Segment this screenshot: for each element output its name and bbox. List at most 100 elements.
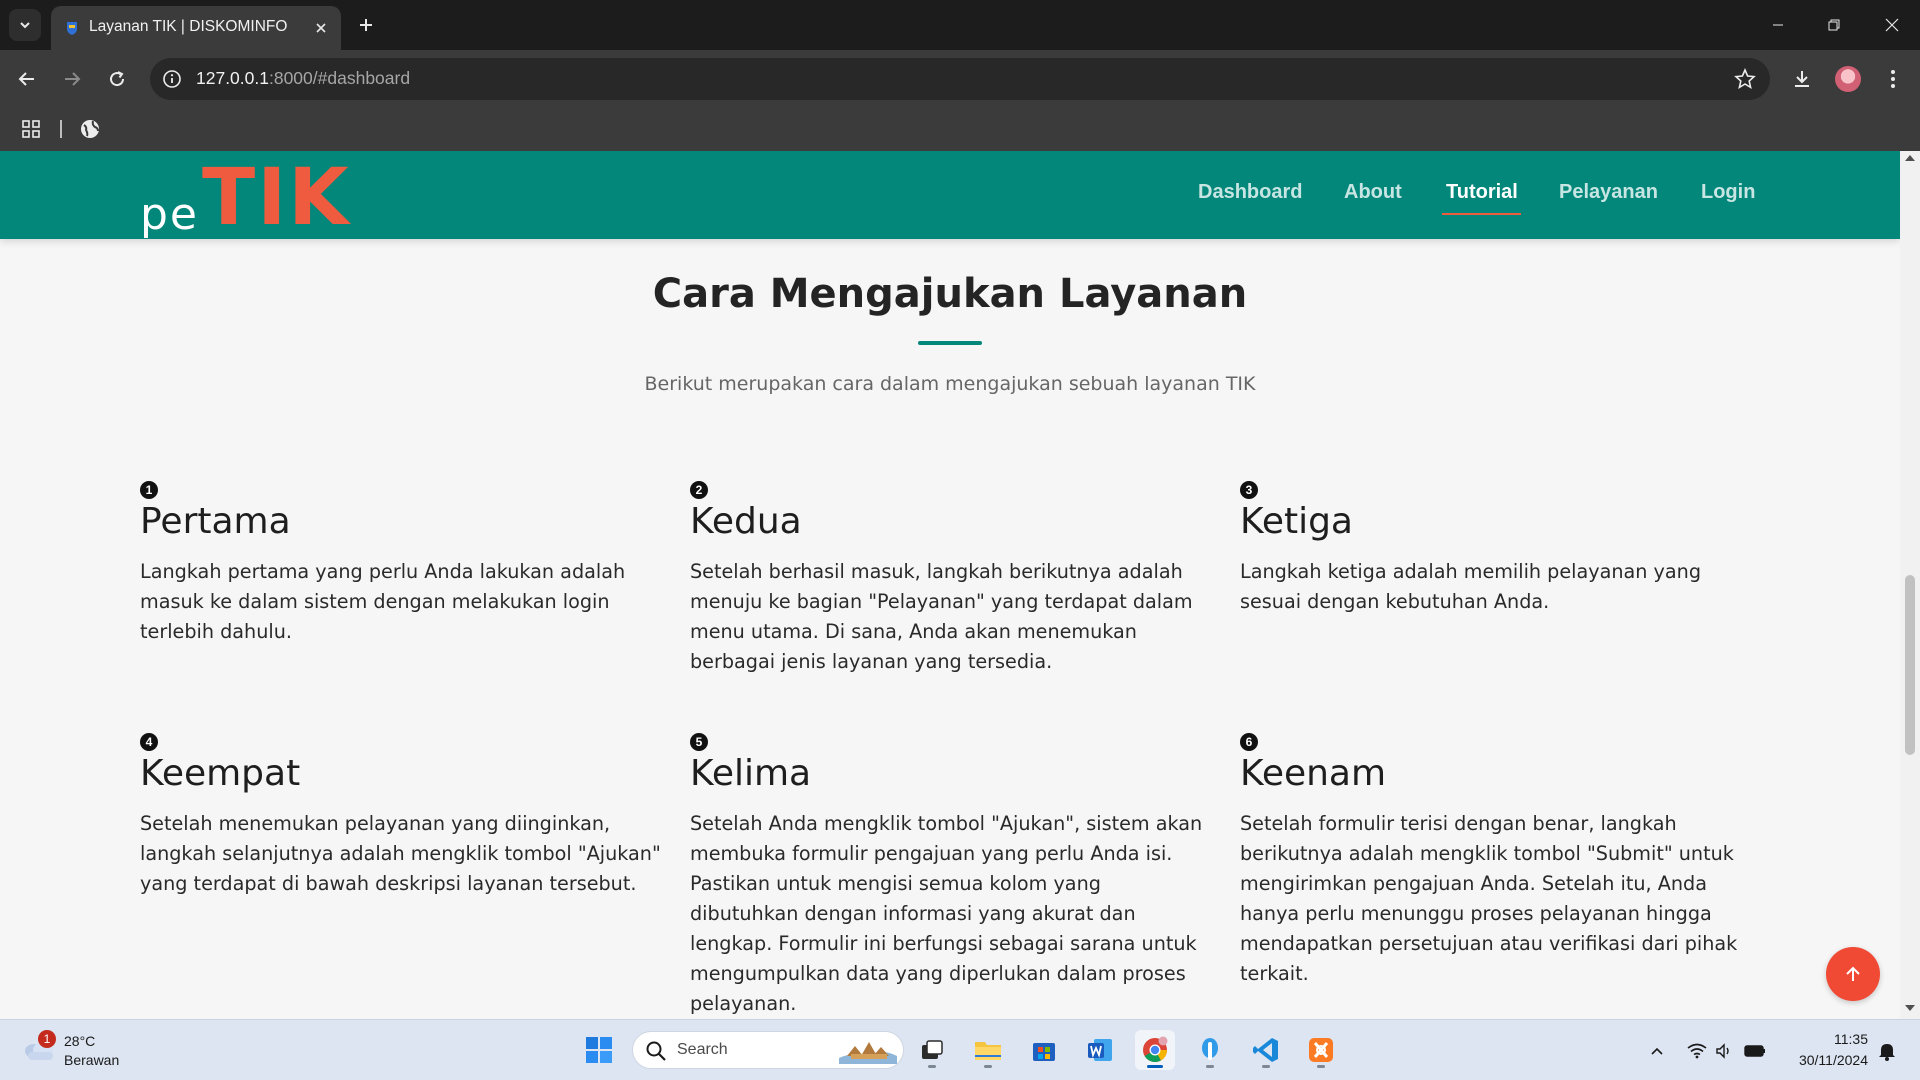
title-divider (918, 341, 982, 345)
taskbar-app-word[interactable] (1080, 1030, 1120, 1070)
minimize-button[interactable] (1750, 0, 1806, 50)
apps-grid-icon[interactable] (20, 118, 42, 140)
weather-condition: Berawan (64, 1052, 120, 1068)
forward-button[interactable] (55, 62, 89, 96)
step-title: Kelima (690, 753, 812, 794)
search-highlight-icon (839, 1042, 897, 1064)
volume-status[interactable] (1714, 1040, 1736, 1062)
new-tab-button[interactable] (351, 10, 381, 40)
wifi-status[interactable] (1686, 1040, 1708, 1062)
taskbar-app-vscode[interactable] (1246, 1030, 1286, 1070)
xampp-icon (1309, 1038, 1333, 1062)
step-number-badge: 4 (140, 733, 158, 751)
step-number-badge: 5 (690, 733, 708, 751)
battery-icon (1744, 1045, 1765, 1057)
scrollbar-thumb[interactable] (1905, 575, 1915, 755)
step-description: Setelah Anda mengklik tombol "Ajukan", s… (690, 812, 1203, 1015)
restore-icon (1828, 19, 1840, 31)
logo-tik-text: TIK (202, 153, 351, 243)
browser-menu-button[interactable] (1876, 62, 1910, 96)
close-window-button[interactable] (1864, 0, 1920, 50)
battery-status[interactable] (1744, 1040, 1766, 1062)
taskbar-app-xampp[interactable] (1301, 1030, 1341, 1070)
store-icon (1033, 1043, 1055, 1061)
task-view-icon (922, 1040, 943, 1059)
step-description: Langkah pertama yang perlu Anda lakukan … (140, 560, 626, 643)
url-path: :8000/#dashboard (268, 68, 411, 88)
nav-tutorial[interactable]: Tutorial (1446, 181, 1518, 204)
taskbar-app-chrome[interactable] (1135, 1030, 1175, 1070)
app-blue-icon (1202, 1038, 1218, 1060)
show-hidden-icons-button[interactable] (1646, 1040, 1668, 1062)
url-text[interactable]: 127.0.0.1:8000/#dashboard (196, 68, 410, 89)
search-label: Search (677, 1041, 728, 1058)
plus-icon (360, 19, 372, 31)
close-tab-button[interactable] (311, 18, 331, 38)
site-info-icon[interactable] (162, 69, 182, 89)
section-title: Cara Mengajukan Layanan (652, 271, 1248, 317)
page-scrollbar[interactable] (1900, 151, 1920, 1019)
step-description: Setelah berhasil masuk, langkah berikutn… (690, 560, 1193, 673)
start-button[interactable] (579, 1030, 619, 1070)
step-title: Keempat (140, 753, 301, 794)
arrow-up-icon (1846, 966, 1860, 981)
clock-date[interactable]: 30/11/2024 (1788, 1052, 1868, 1068)
avatar (1835, 66, 1861, 92)
taskbar-search[interactable]: Search (632, 1031, 904, 1069)
logo-pe-text: pe (140, 189, 199, 240)
word-icon (1088, 1039, 1112, 1061)
scroll-down-arrow-icon[interactable] (1905, 1005, 1915, 1011)
taskbar-app-file-explorer[interactable] (968, 1030, 1008, 1070)
reload-icon (110, 71, 125, 87)
address-bar[interactable]: 127.0.0.1:8000/#dashboard (150, 58, 1770, 100)
bookmarks-bar (0, 108, 1920, 151)
weather-widget[interactable]: 1 28°C Berawan (20, 1028, 150, 1074)
running-indicator (1147, 1065, 1163, 1068)
running-indicator (928, 1065, 936, 1068)
nav-pelayanan[interactable]: Pelayanan (1559, 181, 1658, 204)
nav-active-indicator (1442, 213, 1521, 215)
scroll-to-top-button[interactable] (1826, 947, 1880, 1001)
step-title: Ketiga (1240, 501, 1353, 542)
step-number-badge: 2 (690, 481, 708, 499)
page-viewport: pe TIK Dashboard About Tutorial Pelayana… (0, 151, 1920, 1019)
nav-about[interactable]: About (1344, 181, 1402, 204)
bookmarks-separator (60, 120, 62, 138)
tab-title: Layanan TIK | DISKOMINFO (89, 18, 288, 35)
site-header: pe TIK Dashboard About Tutorial Pelayana… (0, 151, 1900, 243)
arrow-left-icon (18, 72, 34, 86)
download-icon (1795, 71, 1809, 87)
browser-toolbar: 127.0.0.1:8000/#dashboard (0, 50, 1920, 108)
browser-tab-strip: Layanan TIK | DISKOMINFO (0, 0, 1920, 50)
step-number-badge: 1 (140, 481, 158, 499)
step-description: Langkah ketiga adalah memilih pelayanan … (1240, 560, 1702, 613)
chrome-icon (1143, 1036, 1168, 1063)
url-host: 127.0.0.1 (196, 68, 269, 88)
taskbar-app-microsoft-store[interactable] (1024, 1030, 1064, 1070)
notification-center-button[interactable] (1876, 1040, 1898, 1062)
weather-notification-badge: 1 (38, 1030, 56, 1048)
close-icon (1885, 18, 1899, 32)
nav-login[interactable]: Login (1701, 181, 1755, 204)
browser-tab[interactable]: Layanan TIK | DISKOMINFO (51, 6, 341, 50)
taskbar-app-blue[interactable] (1190, 1030, 1230, 1070)
chevron-up-icon (1651, 1047, 1663, 1055)
taskbar-app-task-view[interactable] (912, 1030, 952, 1070)
downloads-button[interactable] (1785, 62, 1819, 96)
clock-time[interactable]: 11:35 (1818, 1031, 1868, 1047)
running-indicator (1262, 1065, 1270, 1068)
windows-taskbar: 1 28°C Berawan Search 11:35 30/11/2024 (0, 1019, 1920, 1080)
scroll-up-arrow-icon[interactable] (1905, 155, 1915, 161)
step-description: Setelah menemukan pelayanan yang diingin… (140, 812, 661, 895)
weather-temperature: 28°C (64, 1033, 96, 1049)
reload-button[interactable] (100, 62, 134, 96)
profile-button[interactable] (1831, 62, 1865, 96)
windows-logo-icon (586, 1037, 612, 1063)
close-icon (316, 23, 326, 33)
bookmark-star-icon[interactable] (1734, 68, 1756, 90)
restore-button[interactable] (1806, 0, 1862, 50)
tab-search-button[interactable] (9, 9, 41, 41)
nav-dashboard[interactable]: Dashboard (1198, 181, 1302, 204)
back-button[interactable] (10, 62, 44, 96)
globe-icon[interactable] (79, 118, 101, 140)
